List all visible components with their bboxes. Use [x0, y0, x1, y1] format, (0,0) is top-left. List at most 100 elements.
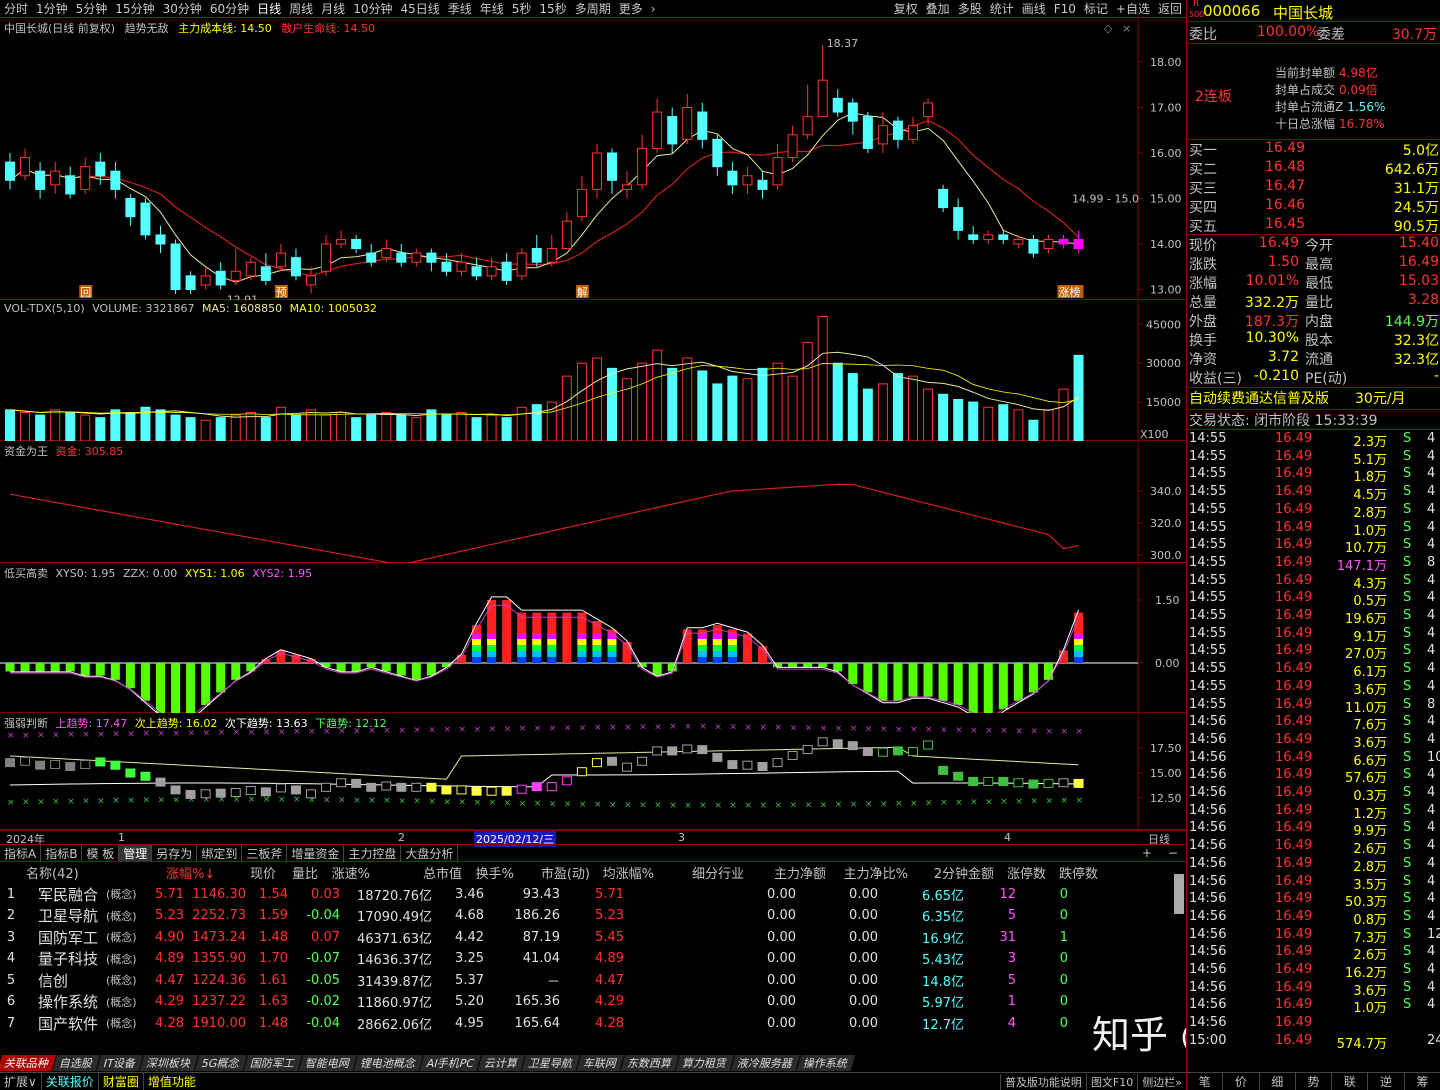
- indicator-tab-8[interactable]: 主力控盘: [344, 844, 402, 862]
- column-header[interactable]: 细分行业: [658, 863, 748, 882]
- chart-area[interactable]: 中国长城(日线 前复权) 趋势无敌 主力成本线: 14.50 散户生命线: 14…: [0, 18, 1186, 830]
- period-tab-11[interactable]: 季线: [444, 0, 476, 17]
- tool-button-0[interactable]: 复权: [890, 0, 922, 17]
- right-foot-tab-3[interactable]: 势: [1296, 1073, 1333, 1090]
- right-foot-tab-6[interactable]: 筹: [1405, 1073, 1440, 1090]
- tool-button-8[interactable]: 返回: [1154, 0, 1186, 17]
- timeline-axis[interactable]: 2024年 1 2 2025/02/12/三 3 4 日线: [0, 830, 1186, 847]
- table-row[interactable]: 2 卫星导航 (概念) 5.23 2252.73 1.59 -0.04 17090.49亿 4.…: [0, 905, 1186, 927]
- tool-button-7[interactable]: +自选: [1112, 0, 1154, 17]
- period-tab-8[interactable]: 月线: [317, 0, 349, 17]
- buylow-panel[interactable]: 低买高卖 XYS0: 1.95 ZZX: 0.00 XYS1: 1.06 XYS…: [0, 563, 1186, 713]
- related-tab-14[interactable]: 液冷服务器: [730, 1055, 800, 1071]
- column-header[interactable]: 涨幅%↓: [166, 863, 218, 882]
- column-header[interactable]: 2分钟金额: [912, 863, 998, 882]
- fund-panel[interactable]: 资金为王 资金: 305.85 340.0 320.0 300.0: [0, 441, 1186, 563]
- period-tab-5[interactable]: 60分钟: [206, 0, 253, 17]
- period-tab-13[interactable]: 5秒: [508, 0, 536, 17]
- status-item-2[interactable]: 财富圈: [97, 1073, 143, 1090]
- column-header[interactable]: 涨停数: [998, 863, 1050, 882]
- minus-icon[interactable]: −: [1160, 846, 1186, 860]
- period-tab-12[interactable]: 年线: [476, 0, 508, 17]
- related-tab-15[interactable]: 操作系统: [796, 1055, 855, 1071]
- period-tab-0[interactable]: 分时: [0, 0, 32, 17]
- main-kline-panel[interactable]: 中国长城(日线 前复权) 趋势无敌 主力成本线: 14.50 散户生命线: 14…: [0, 18, 1186, 300]
- tool-button-5[interactable]: F10: [1050, 2, 1080, 16]
- period-tab-3[interactable]: 15分钟: [111, 0, 158, 17]
- indicator-tab-5[interactable]: 绑定到: [197, 844, 243, 862]
- column-header[interactable]: 主力净额: [748, 863, 830, 882]
- column-header[interactable]: 主力净比%: [830, 863, 912, 882]
- status-right-1[interactable]: 图文F10: [1085, 1073, 1137, 1090]
- indicator-tab-1[interactable]: 指标B: [41, 844, 83, 862]
- column-header[interactable]: 现价: [218, 863, 280, 882]
- column-header[interactable]: 市盈(动): [518, 863, 594, 882]
- status-item-3[interactable]: 增值功能: [142, 1073, 200, 1090]
- related-tab-0[interactable]: 关联品种: [0, 1055, 57, 1071]
- related-tab-2[interactable]: IT设备: [96, 1055, 144, 1071]
- column-header[interactable]: 均涨幅%: [594, 863, 658, 882]
- related-tab-10[interactable]: 卫星导航: [521, 1055, 580, 1071]
- status-item-0[interactable]: 扩展∨: [0, 1073, 41, 1090]
- related-tab-12[interactable]: 东数西算: [620, 1055, 679, 1071]
- column-header[interactable]: 量比: [280, 863, 322, 882]
- right-foot-tab-2[interactable]: 细: [1260, 1073, 1296, 1090]
- indicator-tab-9[interactable]: 大盘分析: [401, 844, 459, 862]
- fund-chart[interactable]: 340.0 320.0 300.0: [0, 441, 1186, 563]
- period-tab-14[interactable]: 15秒: [535, 0, 570, 17]
- indicator-tab-2[interactable]: 模 板: [82, 844, 120, 862]
- table-scrollbar[interactable]: [1174, 874, 1184, 914]
- related-tab-4[interactable]: 5G概念: [194, 1055, 247, 1071]
- kline-chart[interactable]: 18.0017.0016.0015.0014.0013.0018.3712.91…: [0, 18, 1186, 300]
- column-header[interactable]: 换手%: [466, 863, 518, 882]
- period-tab-7[interactable]: 周线: [285, 0, 317, 17]
- period-tab-4[interactable]: 30分钟: [159, 0, 206, 17]
- indicator-tab-7[interactable]: 增量资金: [287, 844, 345, 862]
- strength-panel[interactable]: 强弱判断 上趋势: 17.47 次上趋势: 16.02 次下趋势: 13.63 …: [0, 713, 1186, 830]
- column-header[interactable]: 涨速%: [322, 863, 374, 882]
- column-header[interactable]: 跌停数: [1050, 863, 1102, 882]
- period-tab-10[interactable]: 45日线: [396, 0, 443, 17]
- buylow-chart[interactable]: 1.50 0.00: [0, 563, 1186, 713]
- related-tab-9[interactable]: 云计算: [477, 1055, 525, 1071]
- column-header[interactable]: 名称(42): [26, 863, 136, 882]
- indicator-tab-6[interactable]: 三板斧: [242, 844, 288, 862]
- tool-button-6[interactable]: 标记: [1080, 0, 1112, 17]
- volume-panel[interactable]: VOL-TDX(5,10) VOLUME: 3321867 MA5: 16088…: [0, 300, 1186, 441]
- tool-button-2[interactable]: 多股: [954, 0, 986, 17]
- related-tab-8[interactable]: AI手机PC: [419, 1055, 481, 1071]
- right-foot-tab-5[interactable]: 逆: [1368, 1073, 1405, 1090]
- related-tab-1[interactable]: 自选股: [52, 1055, 101, 1071]
- indicator-tab-3[interactable]: 管理: [119, 844, 153, 862]
- period-tab-15[interactable]: 多周期: [571, 0, 615, 17]
- period-tab-2[interactable]: 5分钟: [72, 0, 112, 17]
- indicator-tab-0[interactable]: 指标A: [0, 844, 42, 862]
- table-row[interactable]: 5 信创 (概念) 4.47 1224.36 1.61 -0.05 31439.87亿 5.37…: [0, 970, 1186, 992]
- status-right-2[interactable]: 侧边栏»: [1137, 1073, 1186, 1090]
- volume-chart[interactable]: 45000 30000 15000 X100: [0, 300, 1186, 441]
- related-tab-5[interactable]: 国防军工: [243, 1055, 302, 1071]
- period-tab-9[interactable]: 10分钟: [349, 0, 396, 17]
- tool-button-3[interactable]: 统计: [986, 0, 1018, 17]
- more-chevron-icon[interactable]: ›: [647, 2, 660, 16]
- tool-button-1[interactable]: 叠加: [922, 0, 954, 17]
- related-tab-13[interactable]: 算力租赁: [675, 1055, 734, 1071]
- related-tab-11[interactable]: 车联网: [576, 1055, 624, 1071]
- related-tab-7[interactable]: 锂电池概念: [353, 1055, 423, 1071]
- status-item-1[interactable]: 关联报价: [40, 1073, 98, 1090]
- period-tab-1[interactable]: 1分钟: [32, 0, 72, 17]
- table-row[interactable]: 1 军民融合 (概念) 5.71 1146.30 1.54 0.03 18720.76亿 3.4…: [0, 884, 1186, 906]
- right-foot-tab-0[interactable]: 笔: [1187, 1073, 1224, 1090]
- table-row[interactable]: 6 操作系统 (概念) 4.29 1237.22 1.63 -0.02 11860.97亿 5.…: [0, 991, 1186, 1013]
- period-tab-16[interactable]: 更多: [615, 0, 647, 17]
- indicator-tab-4[interactable]: 另存为: [152, 844, 198, 862]
- related-tab-3[interactable]: 深圳板块: [139, 1055, 199, 1071]
- column-header[interactable]: 总市值: [374, 863, 466, 882]
- table-row[interactable]: 4 量子科技 (概念) 4.89 1355.90 1.70 -0.07 14636.37亿 3.…: [0, 948, 1186, 970]
- status-right-0[interactable]: 普及版功能说明: [999, 1073, 1086, 1090]
- right-foot-tab-1[interactable]: 价: [1223, 1073, 1260, 1090]
- plus-icon[interactable]: +: [1134, 846, 1160, 860]
- period-tab-6[interactable]: 日线: [253, 0, 285, 17]
- right-foot-tab-4[interactable]: 联: [1332, 1073, 1369, 1090]
- table-row[interactable]: 3 国防军工 (概念) 4.90 1473.24 1.48 0.07 46371.63亿 4.4…: [0, 927, 1186, 949]
